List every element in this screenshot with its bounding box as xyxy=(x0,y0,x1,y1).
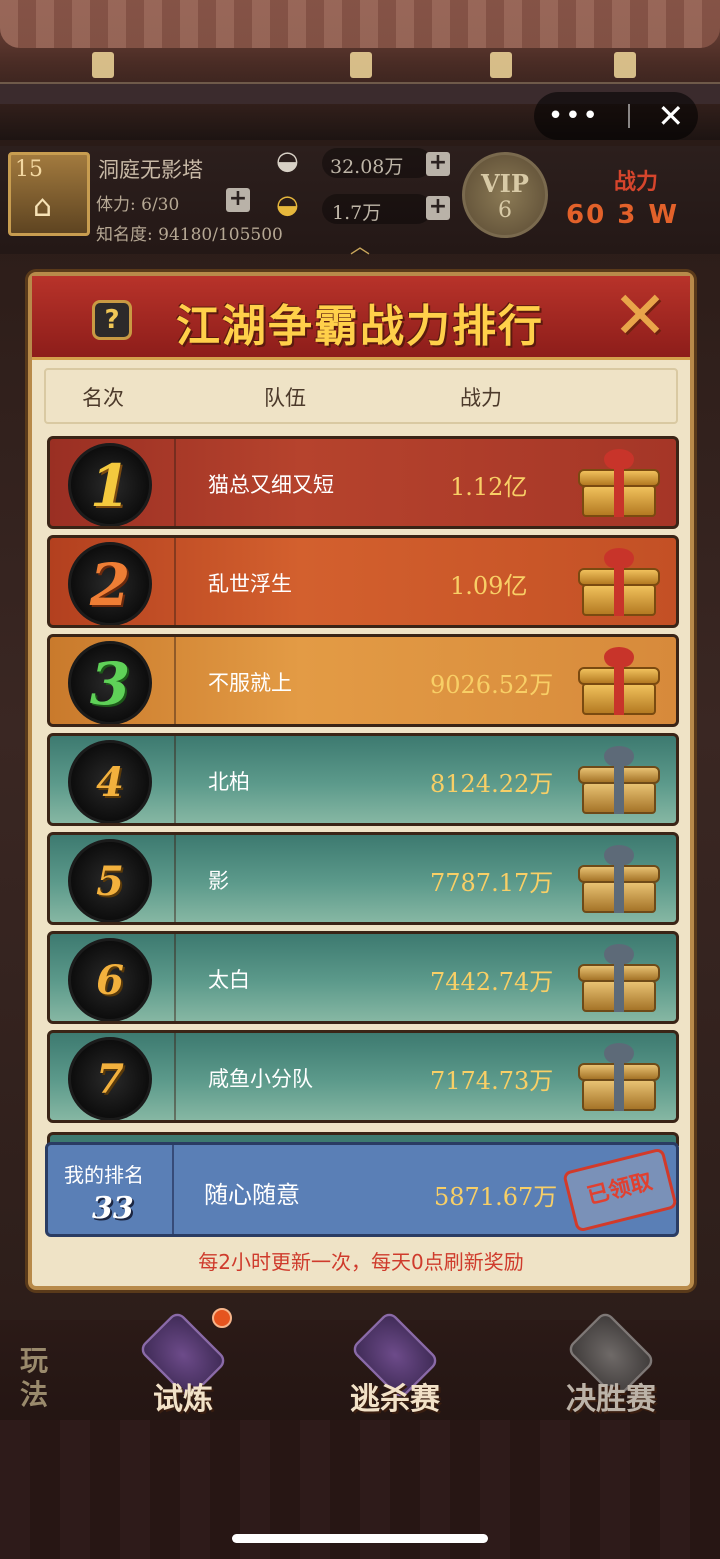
team-name: 猫总又细又短 xyxy=(208,473,334,497)
gift-chest-icon[interactable] xyxy=(574,449,664,519)
row-divider xyxy=(174,439,176,526)
my-team-name: 随心随意 xyxy=(204,1181,300,1209)
hud-power: 战力 60 3 W xyxy=(566,160,716,240)
ranking-panel: ? 江湖争霸战力排行 ✕ 名次 队伍 战力 1 猫总又细又短 1.12亿 2 乱… xyxy=(28,272,694,1290)
row-divider xyxy=(174,934,176,1021)
help-icon[interactable]: ? xyxy=(92,300,132,340)
bottom-nav: 玩法 试炼 逃杀赛 决胜赛 xyxy=(0,1308,720,1420)
close-icon[interactable]: ✕ xyxy=(657,97,684,135)
column-team: 队伍 xyxy=(264,386,306,410)
rank-row[interactable]: 4 北柏 8124.22万 xyxy=(47,733,679,826)
rank-row[interactable]: 7 咸鱼小分队 7174.73万 xyxy=(47,1030,679,1123)
lantern-decoration xyxy=(92,52,114,78)
chevron-up-icon[interactable]: ︿ xyxy=(350,230,370,259)
team-name: 北柏 xyxy=(208,770,250,794)
team-power: 7787.17万 xyxy=(430,869,554,897)
my-rank-row[interactable]: 我的排名 33 随心随意 5871.67万 已领取 xyxy=(45,1142,679,1237)
stamina-text: 体力: 6/30 xyxy=(96,195,180,215)
rank-medal: 7 xyxy=(68,1037,152,1120)
curtain-decoration xyxy=(0,0,720,48)
hud-power-label: 战力 xyxy=(614,170,659,195)
team-name: 影 xyxy=(208,869,229,893)
nav-battle-royale[interactable]: 逃杀赛 xyxy=(330,1309,460,1420)
location-avatar[interactable]: 15 ⌂ xyxy=(8,152,90,236)
rank-medal: 3 xyxy=(68,641,152,724)
gift-chest-icon[interactable] xyxy=(574,548,664,618)
panel-header: ? 江湖争霸战力排行 ✕ xyxy=(32,276,690,360)
team-power: 9026.52万 xyxy=(430,671,554,699)
home-indicator[interactable] xyxy=(232,1534,488,1543)
team-power: 1.09亿 xyxy=(450,572,528,600)
team-name: 不服就上 xyxy=(208,671,292,695)
gift-chest-icon[interactable] xyxy=(574,845,664,915)
row-divider xyxy=(174,637,176,724)
silver-amount: 32.08万 xyxy=(330,156,404,178)
lantern-decoration xyxy=(614,52,636,78)
nav-battle-royale-label: 逃杀赛 xyxy=(350,1382,440,1417)
rank-medal: 6 xyxy=(68,938,152,1021)
location-name: 洞庭无影塔 xyxy=(98,158,203,182)
silver-ingot-icon: ◒ xyxy=(276,146,299,176)
gold-amount: 1.7万 xyxy=(332,202,382,224)
rank-row[interactable]: 3 不服就上 9026.52万 xyxy=(47,634,679,727)
my-team-power: 5871.67万 xyxy=(434,1183,558,1211)
add-gold-button[interactable]: + xyxy=(426,196,450,220)
team-name: 咸鱼小分队 xyxy=(208,1067,313,1091)
close-panel-button[interactable]: ✕ xyxy=(608,283,672,349)
row-divider xyxy=(174,538,176,625)
nav-finals-label: 决胜赛 xyxy=(566,1382,656,1417)
add-silver-button[interactable]: + xyxy=(426,152,450,176)
rank-row[interactable]: 5 影 7787.17万 xyxy=(47,832,679,925)
nav-finals[interactable]: 决胜赛 xyxy=(546,1309,676,1420)
row-divider xyxy=(174,736,176,823)
column-rank: 名次 xyxy=(82,386,124,410)
my-rank-number: 33 xyxy=(92,1191,134,1226)
gold-ingot-icon: ◒ xyxy=(276,190,299,220)
claimed-stamp: 已领取 xyxy=(562,1147,678,1233)
miniprogram-capsule: ••• ✕ xyxy=(534,92,698,140)
fame-text: 知名度: 94180/105500 xyxy=(96,225,283,245)
gift-chest-icon[interactable] xyxy=(574,944,664,1014)
nav-play-label[interactable]: 玩法 xyxy=(12,1344,56,1412)
lantern-decoration xyxy=(350,52,372,78)
hud-power-value: 60 3 W xyxy=(566,200,680,230)
gift-chest-icon[interactable] xyxy=(574,647,664,717)
vip-level: 6 xyxy=(498,198,512,223)
column-header: 名次 队伍 战力 xyxy=(44,368,678,424)
rank-medal: 1 xyxy=(68,443,152,526)
rank-medal: 5 xyxy=(68,839,152,922)
rank-row[interactable]: 1 猫总又细又短 1.12亿 xyxy=(47,436,679,529)
player-level: 15 xyxy=(15,157,43,182)
notification-dot xyxy=(212,1308,232,1328)
panel-title: 江湖争霸战力排行 xyxy=(176,301,544,352)
team-name: 乱世浮生 xyxy=(208,572,292,596)
row-divider xyxy=(174,835,176,922)
team-power: 7442.74万 xyxy=(430,968,554,996)
vip-label: VIP xyxy=(481,169,529,198)
add-stamina-button[interactable]: + xyxy=(226,188,250,212)
gift-chest-icon[interactable] xyxy=(574,746,664,816)
gift-chest-icon[interactable] xyxy=(574,1043,664,1113)
capsule-divider xyxy=(627,104,630,128)
team-name: 太白 xyxy=(208,968,250,992)
my-rank-label: 我的排名 xyxy=(64,1163,144,1187)
vip-badge[interactable]: VIP 6 xyxy=(462,152,548,238)
nav-trial-label: 试炼 xyxy=(153,1382,213,1417)
team-power: 8124.22万 xyxy=(430,770,554,798)
team-power: 1.12亿 xyxy=(450,473,528,501)
nav-trial[interactable]: 试炼 xyxy=(118,1309,248,1420)
rank-medal: 4 xyxy=(68,740,152,823)
row-divider xyxy=(172,1145,174,1234)
more-icon[interactable]: ••• xyxy=(548,101,600,131)
column-power: 战力 xyxy=(460,386,502,410)
refresh-note: 每2小时更新一次，每天0点刷新奖励 xyxy=(198,1250,524,1274)
lantern-decoration xyxy=(490,52,512,78)
rank-row[interactable]: 6 太白 7442.74万 xyxy=(47,931,679,1024)
rank-medal: 2 xyxy=(68,542,152,625)
house-icon: ⌂ xyxy=(33,189,53,224)
row-divider xyxy=(174,1033,176,1120)
rank-row[interactable]: 2 乱世浮生 1.09亿 xyxy=(47,535,679,628)
team-power: 7174.73万 xyxy=(430,1067,554,1095)
